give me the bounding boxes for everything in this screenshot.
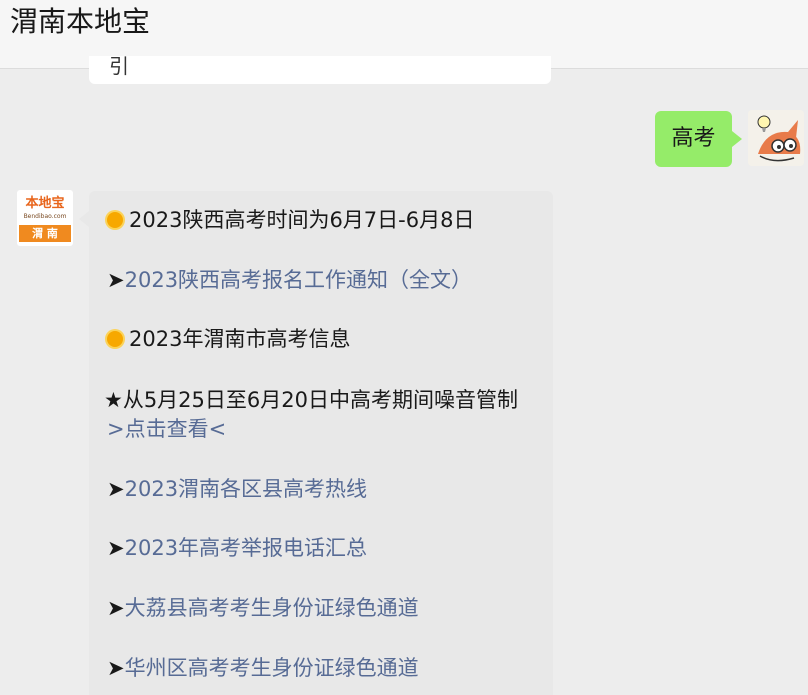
exam-time-text: 2023陕西高考时间为6月7日-6月8日 [129, 208, 475, 232]
message-item-report-phone: ➤2023年高考举报电话汇总 [107, 533, 367, 563]
arrow-icon: ➤ [107, 536, 125, 560]
message-item-dali-channel: ➤大荔县高考考生身份证绿色通道 [107, 593, 419, 623]
message-item-noise-control: ★从5月25日至6月20日中高考期间噪音管制 [104, 385, 518, 415]
local-info-text: 2023年渭南市高考信息 [129, 327, 351, 351]
incoming-message-bubble: 2023陕西高考时间为6月7日-6月8日 ➤2023陕西高考报名工作通知（全文）… [79, 191, 553, 695]
message-item-noise-link-row: >点击查看< [107, 414, 226, 444]
huazhou-green-channel-link[interactable]: 华州区高考考生身份证绿色通道 [125, 656, 419, 680]
avatar-domain-text: Bendibao.com [23, 213, 67, 220]
avatar-city-label: 渭 南 [19, 225, 71, 242]
view-details-link[interactable]: >点击查看< [107, 417, 226, 441]
chat-title: 渭南本地宝 [10, 5, 151, 38]
arrow-icon: ➤ [107, 656, 125, 680]
message-item-registration: ➤2023陕西高考报名工作通知（全文） [107, 265, 472, 295]
dali-green-channel-link[interactable]: 大荔县高考考生身份证绿色通道 [125, 596, 419, 620]
hotline-link[interactable]: 2023渭南各区县高考热线 [125, 477, 367, 501]
avatar-brand-text: 本地宝 [25, 196, 65, 211]
arrow-icon: ➤ [107, 596, 125, 620]
cartoon-fox-avatar-icon [748, 110, 804, 166]
official-account-avatar[interactable]: 本地宝 Bendibao.com 渭 南 [17, 190, 73, 246]
message-item-huazhou-channel: ➤华州区高考考生身份证绿色通道 [107, 653, 419, 683]
sun-icon [107, 212, 123, 228]
outgoing-message-bubble[interactable]: 高考 [655, 111, 742, 167]
previous-message-bubble[interactable]: 引 [89, 54, 551, 84]
report-phone-link[interactable]: 2023年高考举报电话汇总 [125, 536, 367, 560]
message-item-local-info: 2023年渭南市高考信息 [107, 324, 350, 354]
message-item-exam-time: 2023陕西高考时间为6月7日-6月8日 [107, 205, 474, 235]
sun-icon [107, 331, 123, 347]
arrow-icon: ➤ [107, 268, 125, 292]
arrow-icon: ➤ [107, 477, 125, 501]
registration-notice-link[interactable]: 2023陕西高考报名工作通知（全文） [125, 268, 472, 292]
message-item-hotline: ➤2023渭南各区县高考热线 [107, 474, 367, 504]
noise-control-text: ★从5月25日至6月20日中高考期间噪音管制 [104, 388, 518, 412]
previous-message-fragment: 引 [109, 54, 129, 78]
user-avatar[interactable] [748, 110, 804, 166]
